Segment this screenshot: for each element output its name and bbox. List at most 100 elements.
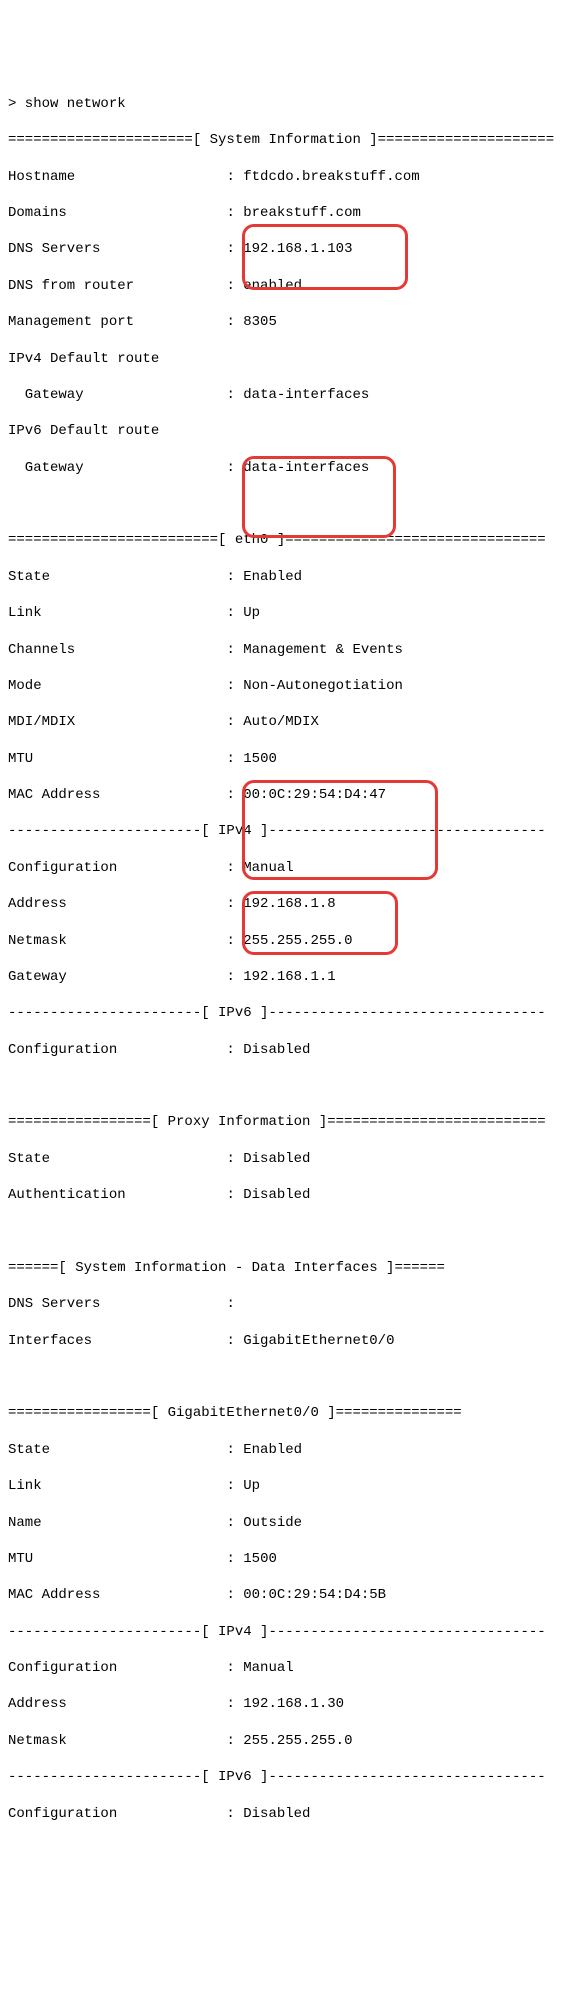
sep: : — [75, 169, 243, 185]
sep: : — [134, 314, 243, 330]
divider-gig-ipv4: -----------------------[ IPv4 ]---------… — [8, 1623, 555, 1641]
row-sysdata-dns: DNS Servers : — [8, 1295, 555, 1313]
label: Address — [8, 896, 67, 912]
sep: : — [50, 569, 243, 585]
value: Outside — [243, 1515, 302, 1531]
label: Mode — [8, 678, 42, 694]
sep: : — [126, 1187, 244, 1203]
label: Configuration — [8, 1806, 117, 1822]
label: State — [8, 1442, 50, 1458]
row-sysdata-ifaces: Interfaces : GigabitEthernet0/0 — [8, 1332, 555, 1350]
value: 255.255.255.0 — [243, 933, 352, 949]
sep: : — [42, 605, 244, 621]
sep: : — [117, 1660, 243, 1676]
sep: : — [42, 1478, 244, 1494]
value: Up — [243, 605, 260, 621]
row-gig-ipv4-netmask: Netmask : 255.255.255.0 — [8, 1732, 555, 1750]
value: 8305 — [243, 314, 277, 330]
value: breakstuff.com — [243, 205, 361, 221]
value: 00:0C:29:54:D4:5B — [243, 1587, 386, 1603]
sep: : — [42, 678, 244, 694]
sep: : — [117, 1806, 243, 1822]
label: MTU — [8, 1551, 33, 1567]
row-proxy-state: State : Disabled — [8, 1150, 555, 1168]
row-eth0-ipv4-netmask: Netmask : 255.255.255.0 — [8, 932, 555, 950]
section-header-sysinfo: ======================[ System Informati… — [8, 131, 555, 149]
row-dns-servers: DNS Servers : 192.168.1.103 — [8, 240, 555, 258]
sep: : — [67, 969, 243, 985]
sep: : — [134, 278, 243, 294]
label: Authentication — [8, 1187, 126, 1203]
sep: : — [100, 1587, 243, 1603]
value: Management & Events — [243, 642, 403, 658]
label: MAC Address — [8, 787, 100, 803]
row-gig-ipv4-addr: Address : 192.168.1.30 — [8, 1695, 555, 1713]
value: 192.168.1.30 — [243, 1696, 344, 1712]
sep: : — [67, 933, 243, 949]
row-eth0-ipv6-config: Configuration : Disabled — [8, 1041, 555, 1059]
label: Link — [8, 1478, 42, 1494]
value: Auto/MDIX — [243, 714, 319, 730]
row-eth0-mode: Mode : Non-Autonegotiation — [8, 677, 555, 695]
label: Domains — [8, 205, 67, 221]
label: MTU — [8, 751, 33, 767]
value: Manual — [243, 860, 293, 876]
command-prompt: > show network — [8, 95, 555, 113]
label: Hostname — [8, 169, 75, 185]
sep: : — [100, 787, 243, 803]
sep: : — [84, 460, 244, 476]
label: Gateway — [8, 969, 67, 985]
value: 255.255.255.0 — [243, 1733, 352, 1749]
value: Disabled — [243, 1806, 310, 1822]
sep: : — [100, 1296, 243, 1312]
row-domains: Domains : breakstuff.com — [8, 204, 555, 222]
row-ipv6-gateway: Gateway : data-interfaces — [8, 459, 555, 477]
row-gig-mtu: MTU : 1500 — [8, 1550, 555, 1568]
row-eth0-ipv4-gateway: Gateway : 192.168.1.1 — [8, 968, 555, 986]
sep: : — [33, 751, 243, 767]
divider-ipv4: -----------------------[ IPv4 ]---------… — [8, 822, 555, 840]
label: Name — [8, 1515, 42, 1531]
row-eth0-link: Link : Up — [8, 604, 555, 622]
row-dns-router: DNS from router : enabled — [8, 277, 555, 295]
value: Non-Autonegotiation — [243, 678, 403, 694]
row-gig-name: Name : Outside — [8, 1514, 555, 1532]
sep: : — [67, 1696, 243, 1712]
row-gig-mac: MAC Address : 00:0C:29:54:D4:5B — [8, 1586, 555, 1604]
row-eth0-mdi: MDI/MDIX : Auto/MDIX — [8, 713, 555, 731]
label: State — [8, 1151, 50, 1167]
label: Address — [8, 1696, 67, 1712]
section-header-eth0: =========================[ eth0 ]=======… — [8, 531, 555, 549]
blank — [8, 1368, 555, 1386]
label: Link — [8, 605, 42, 621]
sep: : — [33, 1551, 243, 1567]
section-header-gig: =================[ GigabitEthernet0/0 ]=… — [8, 1404, 555, 1422]
value: data-interfaces — [243, 387, 369, 403]
row-gig-ipv4-config: Configuration : Manual — [8, 1659, 555, 1677]
sep: : — [100, 241, 243, 257]
row-eth0-channels: Channels : Management & Events — [8, 641, 555, 659]
label: MDI/MDIX — [8, 714, 75, 730]
row-gig-state: State : Enabled — [8, 1441, 555, 1459]
sep: : — [67, 896, 243, 912]
row-eth0-mac: MAC Address : 00:0C:29:54:D4:47 — [8, 786, 555, 804]
row-mgmt-port: Management port : 8305 — [8, 313, 555, 331]
value: 192.168.1.1 — [243, 969, 335, 985]
label: Gateway — [8, 460, 84, 476]
value: 1500 — [243, 751, 277, 767]
label: DNS Servers — [8, 241, 100, 257]
sep: : — [117, 1042, 243, 1058]
row-hostname: Hostname : ftdcdo.breakstuff.com — [8, 168, 555, 186]
blank — [8, 495, 555, 513]
value: Disabled — [243, 1151, 310, 1167]
value: 192.168.1.103 — [243, 241, 352, 257]
row-ipv6-route: IPv6 Default route — [8, 422, 555, 440]
sep: : — [84, 387, 244, 403]
sep: : — [50, 1151, 243, 1167]
sep: : — [75, 714, 243, 730]
row-proxy-auth: Authentication : Disabled — [8, 1186, 555, 1204]
value: Enabled — [243, 1442, 302, 1458]
label: Management port — [8, 314, 134, 330]
sep: : — [75, 642, 243, 658]
label: Netmask — [8, 933, 67, 949]
